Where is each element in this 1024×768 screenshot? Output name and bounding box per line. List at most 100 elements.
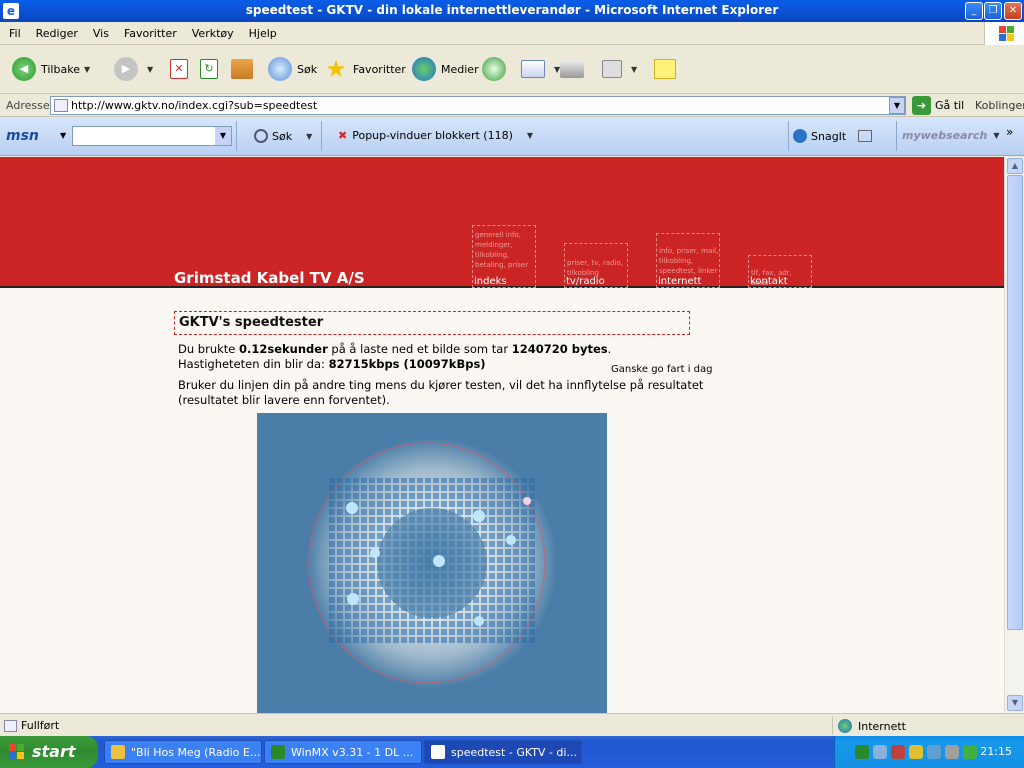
globe-icon (838, 719, 852, 733)
minimize-button[interactable]: _ (965, 2, 983, 20)
page-icon (54, 99, 68, 112)
refresh-button[interactable]: ↻ (200, 55, 223, 83)
ie-icon (431, 745, 445, 759)
address-input[interactable]: http://www.gktv.no/index.cgi?sub=speedte… (50, 96, 906, 115)
result-line: Du brukte 0.12sekunder på å laste ned et… (178, 342, 612, 356)
task-radio[interactable]: "Bli Hos Meg (Radio E... (104, 740, 262, 764)
media-button[interactable]: Medier (412, 55, 479, 83)
chevron-down-icon[interactable]: ▼ (84, 65, 90, 74)
clock[interactable]: 21:15 (980, 745, 1012, 758)
msn-logo[interactable]: msn (6, 128, 39, 144)
windows-logo-icon (984, 22, 1024, 45)
chevron-down-icon[interactable]: ▼ (60, 131, 66, 140)
chevron-down-icon[interactable]: ▼ (631, 65, 637, 74)
file-size: 1240720 bytes (511, 342, 608, 356)
chevron-down-icon[interactable]: ▼ (306, 132, 312, 141)
messenger-icon[interactable] (909, 745, 923, 759)
menu-tools[interactable]: Verktøy (183, 22, 240, 40)
search-button[interactable]: Søk (268, 55, 317, 83)
site-banner: Grimstad Kabel TV A/S generell info, mel… (0, 157, 1004, 288)
fullscreen-button[interactable]: ▼ (602, 55, 637, 83)
separator (788, 121, 789, 151)
go-button[interactable]: ➜ Gå til (912, 96, 964, 115)
site-name: Grimstad Kabel TV A/S (174, 269, 365, 287)
favorites-button[interactable]: ★ Favoritter (324, 55, 406, 83)
msn-search-input[interactable]: ▼ (72, 126, 232, 146)
stop-button[interactable]: ✕ (170, 55, 193, 83)
title-bar: e speedtest - GKTV - din lokale internet… (0, 0, 1024, 22)
speed-line: Hastigheteten din blir da: 82715kbps (10… (178, 357, 486, 371)
nav-internett[interactable]: info, priser, mail, tilkobling, speedtes… (656, 233, 720, 288)
chevron-down-icon[interactable]: ▼ (215, 127, 231, 145)
download-time: 0.12sekunder (239, 342, 328, 356)
test-image (257, 413, 607, 713)
menu-file[interactable]: Fil (0, 22, 27, 40)
nav-kontakt[interactable]: tlf, fax, adr, email kontakt (748, 255, 812, 288)
chevron-down-icon[interactable]: ▼ (993, 131, 999, 140)
security-icon[interactable] (963, 745, 977, 759)
forward-button[interactable]: ▶ ▼ (114, 55, 153, 83)
popup-blocker-button[interactable]: ✖ Popup-vinduer blokkert (118) ▼ (338, 129, 533, 142)
menu-bar: Fil Rediger Vis Favoritter Verktøy Hjelp (0, 22, 1024, 45)
app-tray-icon[interactable] (891, 745, 905, 759)
mail-icon (521, 60, 545, 78)
winmx-tray-icon[interactable] (855, 745, 869, 759)
msn-toolbar: msn ▼ ▼ Søk ▼ ✖ Popup-vinduer blokkert (11… (0, 117, 1024, 156)
more-chevron-icon[interactable]: » (1006, 125, 1013, 139)
home-button[interactable] (231, 55, 258, 83)
media-globe-icon (412, 57, 436, 81)
menu-favorites[interactable]: Favoritter (115, 22, 183, 40)
menu-view[interactable]: Vis (84, 22, 115, 40)
test-image-graphic (307, 438, 557, 688)
system-tray: 21:15 (834, 736, 1024, 768)
note-icon (654, 59, 676, 79)
winmx-icon (271, 745, 285, 759)
security-zone: Internett (858, 719, 906, 733)
user-icon[interactable] (927, 745, 941, 759)
snagit-button[interactable]: SnagIt (793, 129, 873, 143)
menu-edit[interactable]: Rediger (27, 22, 84, 40)
chevron-down-icon[interactable]: ▼ (147, 65, 153, 74)
status-text: Fullført (21, 719, 60, 732)
notes-button[interactable] (654, 55, 681, 83)
home-icon (231, 59, 253, 79)
volume-icon[interactable] (945, 745, 959, 759)
network-icon[interactable] (873, 745, 887, 759)
refresh-icon: ↻ (200, 59, 218, 79)
links-button[interactable]: Koblinger (975, 99, 1024, 112)
vertical-scrollbar[interactable]: ▲ ▼ (1004, 157, 1024, 713)
search-icon (254, 129, 268, 143)
address-dropdown-button[interactable]: ▼ (889, 97, 905, 114)
msn-search-button[interactable]: Søk ▼ (254, 129, 312, 143)
page-icon (4, 719, 17, 732)
scroll-thumb[interactable] (1007, 175, 1023, 630)
close-button[interactable]: ✕ (1004, 2, 1022, 20)
nav-indeks[interactable]: generell info, meldinger, tilkobling, be… (472, 225, 536, 288)
history-icon (482, 57, 506, 81)
scroll-down-button[interactable]: ▼ (1007, 695, 1023, 711)
speed-value: 82715kbps (10097kBps) (328, 357, 486, 371)
chevron-down-icon[interactable]: ▼ (527, 131, 533, 140)
maximize-button[interactable]: ❐ (984, 2, 1002, 20)
taskbar: start "Bli Hos Meg (Radio E... WinMX v3.… (0, 736, 1024, 768)
task-ie[interactable]: speedtest - GKTV - di... (424, 740, 582, 764)
websearch-button[interactable]: mywebsearch ▼ (902, 129, 1000, 142)
speedtest-heading: GKTV's speedtester (174, 311, 690, 335)
nav-tv-radio[interactable]: priser, tv, radio, tilkobling tv/radio (564, 243, 628, 288)
mail-button[interactable]: ▼ (521, 55, 560, 83)
note-line-2: (resultatet blir lavere enn forventet). (178, 393, 390, 407)
speed-verdict: Ganske go fart i dag (611, 364, 713, 375)
menu-help[interactable]: Hjelp (240, 22, 283, 40)
music-icon (111, 745, 125, 759)
search-icon (268, 57, 292, 81)
history-button[interactable] (482, 55, 511, 83)
separator (896, 121, 897, 151)
back-button[interactable]: ◀ Tilbake ▼ (12, 55, 90, 83)
start-button[interactable]: start (0, 736, 98, 768)
go-arrow-icon: ➜ (912, 96, 931, 115)
print-button[interactable] (560, 55, 589, 83)
capture-icon[interactable] (858, 130, 873, 142)
scroll-up-button[interactable]: ▲ (1007, 158, 1023, 174)
task-winmx[interactable]: WinMX v3.31 - 1 DL ... (264, 740, 422, 764)
printer-icon (560, 60, 584, 78)
